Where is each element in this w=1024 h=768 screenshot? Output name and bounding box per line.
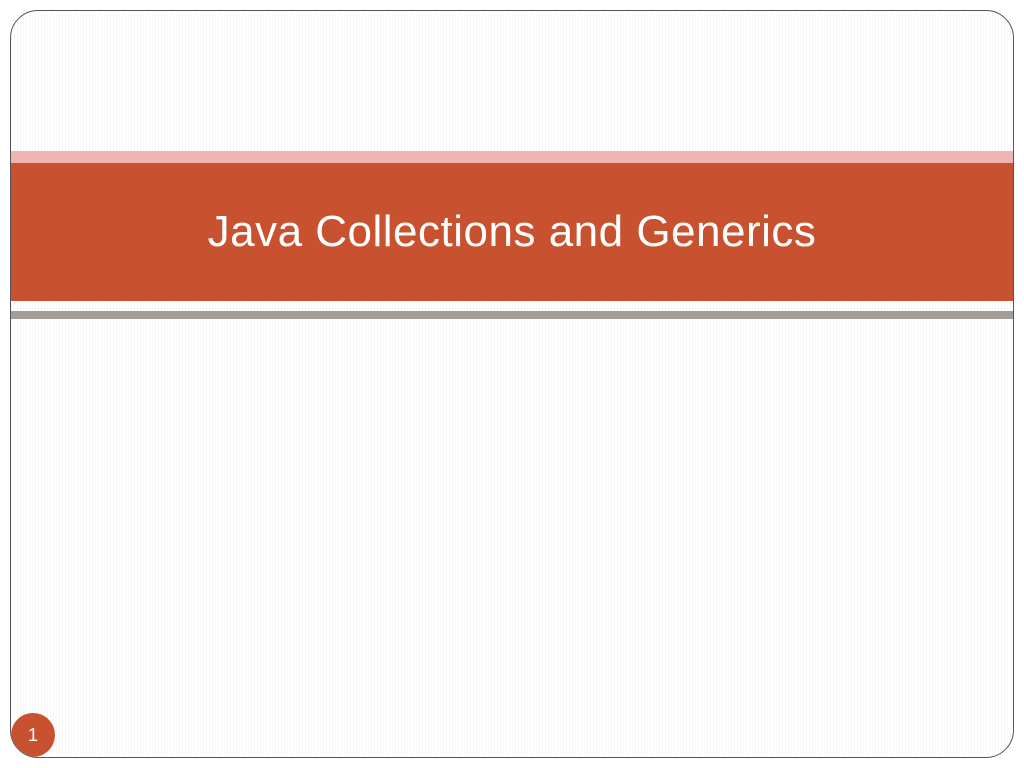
decorative-stripe-bottom <box>11 311 1013 319</box>
page-number-badge: 1 <box>11 713 55 757</box>
title-band-group: Java Collections and Generics <box>11 151 1013 319</box>
slide-title: Java Collections and Generics <box>208 207 817 257</box>
page-number: 1 <box>28 725 38 746</box>
decorative-stripe-top <box>11 151 1013 163</box>
slide-frame: Java Collections and Generics 1 <box>10 10 1014 758</box>
title-band: Java Collections and Generics <box>11 163 1013 301</box>
